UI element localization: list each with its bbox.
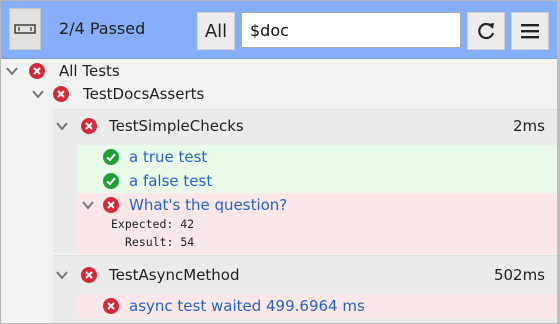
search-input[interactable] <box>241 12 461 48</box>
test-group-simple-checks: TestSimpleChecks 2ms a true test a false… <box>53 109 557 254</box>
fail-circle-x-icon <box>81 118 97 134</box>
test-label[interactable]: What's the question? <box>129 196 287 214</box>
test-runner-window: 2/4 Passed All All Tests TestD <box>0 0 560 324</box>
test-group-async-method: TestAsyncMethod 502ms async test waited … <box>53 255 557 323</box>
chevron-down-icon[interactable] <box>5 64 19 78</box>
hamburger-menu-icon <box>521 24 539 39</box>
chevron-down-icon[interactable] <box>31 87 45 101</box>
filter-all-button[interactable]: All <box>197 12 235 50</box>
reload-icon <box>478 22 495 40</box>
group-time: 502ms <box>493 266 545 284</box>
fail-circle-x-icon <box>103 197 119 213</box>
group-label: TestSimpleChecks <box>109 117 244 135</box>
pass-circle-check-icon <box>103 149 119 165</box>
chevron-down-icon[interactable] <box>81 198 95 212</box>
header-bar: 2/4 Passed All <box>1 1 557 59</box>
test-row[interactable]: async test waited 499.6964 ms <box>77 294 557 318</box>
group-header-row[interactable]: TestSimpleChecks 2ms <box>55 114 555 138</box>
group-header-row[interactable]: TestAsyncMethod 502ms <box>55 263 555 287</box>
menu-button[interactable] <box>511 12 549 50</box>
test-row[interactable]: a true test <box>77 145 557 169</box>
fail-circle-x-icon <box>81 267 97 283</box>
tree-suite-row[interactable]: TestDocsAsserts <box>31 82 204 106</box>
reload-button[interactable] <box>467 12 505 50</box>
group-time: 2ms <box>513 117 545 135</box>
root-label: All Tests <box>59 62 120 80</box>
group-label: TestAsyncMethod <box>109 266 240 284</box>
failed-test-block: What's the question? Expected: 42 Result… <box>77 193 557 254</box>
result-line: Result: 54 <box>125 235 195 249</box>
pass-circle-check-icon <box>103 173 119 189</box>
chevron-down-icon[interactable] <box>55 268 69 282</box>
test-row[interactable]: What's the question? <box>77 193 557 217</box>
panel-toggle-button[interactable] <box>9 8 41 50</box>
panel-toggle-icon <box>14 24 36 34</box>
test-label[interactable]: a false test <box>129 172 212 190</box>
expected-line: Expected: 42 <box>111 217 195 231</box>
chevron-down-icon[interactable] <box>55 119 69 133</box>
test-row[interactable]: a false test <box>77 169 557 193</box>
fail-circle-x-icon <box>103 298 119 314</box>
test-label[interactable]: async test waited 499.6964 ms <box>129 297 365 315</box>
fail-circle-x-icon <box>29 63 45 79</box>
suite-label: TestDocsAsserts <box>83 85 205 103</box>
pass-summary: 2/4 Passed <box>59 19 146 38</box>
fail-circle-x-icon <box>53 86 69 102</box>
test-label[interactable]: a true test <box>129 148 207 166</box>
tree-root-row[interactable]: All Tests <box>5 59 120 83</box>
